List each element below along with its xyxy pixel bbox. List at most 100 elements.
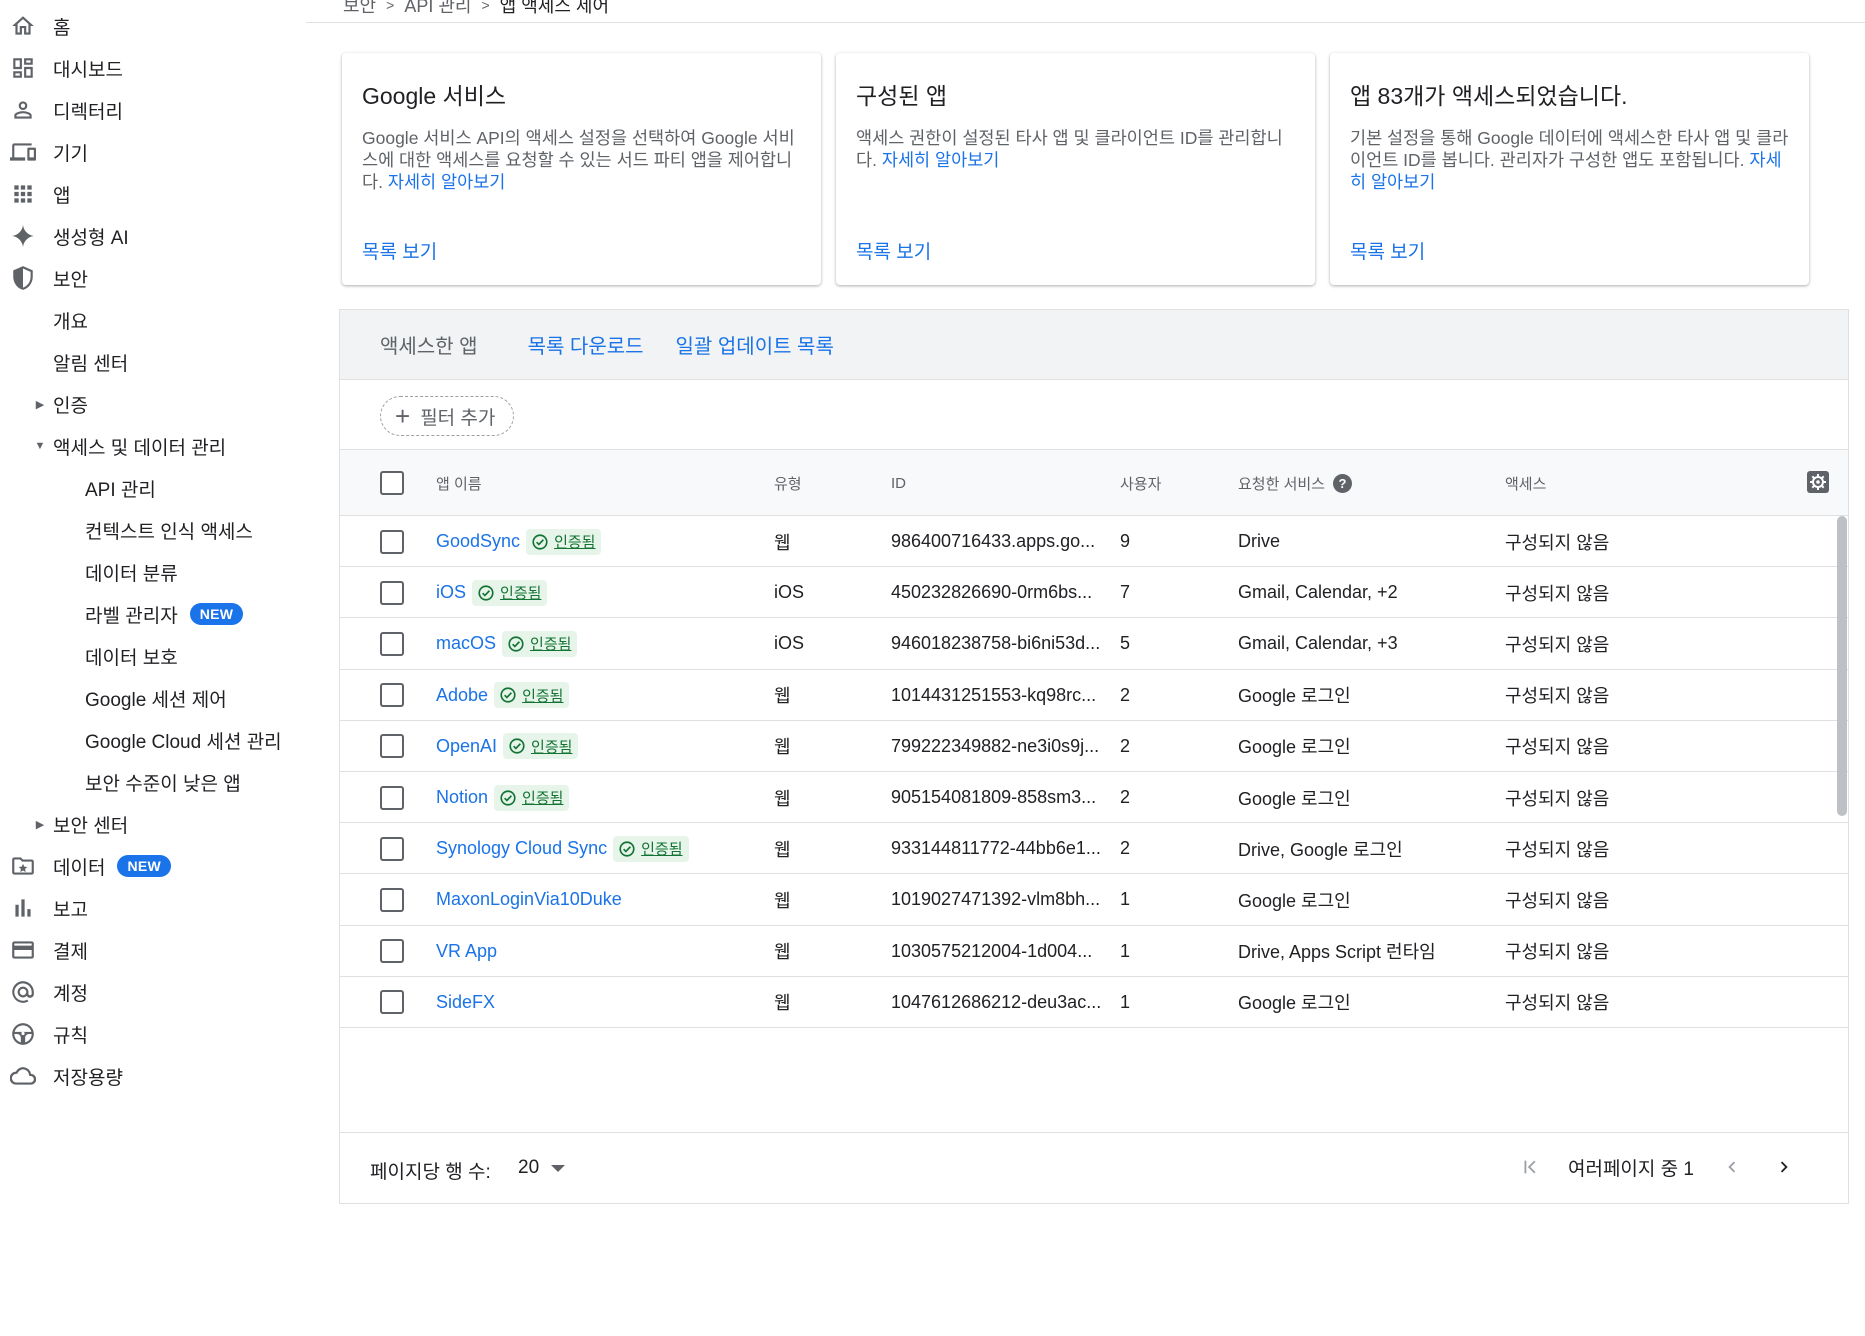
breadcrumb-api-management[interactable]: API 관리 [404, 0, 471, 18]
sidebar-item-reports[interactable]: 보고 [0, 888, 88, 928]
sidebar-item-label: 대시보드 [53, 59, 123, 81]
row-checkbox[interactable] [380, 683, 404, 708]
sidebar-item-storage[interactable]: 저장용량 [0, 1056, 123, 1096]
column-header-id[interactable]: ID [891, 450, 906, 516]
sidebar-item-authentication[interactable]: ▶ 인증 [33, 384, 88, 424]
scrollbar-thumb[interactable] [1837, 516, 1847, 816]
row-checkbox[interactable] [380, 785, 404, 810]
table-row[interactable]: OpenAI 인증됨 웹 799222349882-ne3i0s9j... 2 Googl… [340, 721, 1848, 772]
app-name-link[interactable]: Synology Cloud Sync [436, 838, 607, 859]
row-checkbox[interactable] [380, 836, 404, 861]
services-cell: Google 로그인 [1238, 788, 1351, 809]
sidebar-item-data-protection[interactable]: 데이터 보호 [85, 636, 178, 676]
row-checkbox[interactable] [380, 734, 404, 759]
column-header-users[interactable]: 사용자 [1120, 450, 1161, 516]
view-list-link[interactable]: 목록 보기 [856, 237, 931, 264]
row-checkbox[interactable] [380, 887, 404, 912]
prev-page-button[interactable] [1718, 1153, 1746, 1181]
steering-icon [8, 1019, 38, 1049]
app-name-link[interactable]: iOS [436, 582, 466, 603]
sidebar-item-apps[interactable]: 앱 [0, 174, 70, 214]
table-row[interactable]: macOS 인증됨 iOS 946018238758-bi6ni53d... 5 Gmai… [340, 618, 1848, 670]
sidebar-item-label: Google 세션 제어 [85, 689, 227, 711]
column-header-name[interactable]: 앱 이름 [436, 450, 482, 516]
learn-more-link[interactable]: 자세히 알아보기 [882, 150, 1000, 170]
check-circle-icon [500, 687, 516, 703]
app-name-link[interactable]: VR App [436, 941, 497, 962]
app-name-link[interactable]: GoodSync [436, 531, 520, 552]
verified-label: 인증됨 [531, 738, 573, 756]
sidebar-item-label-manager[interactable]: 라벨 관리자 NEW [85, 594, 244, 634]
sidebar-item-billing[interactable]: 결제 [0, 930, 88, 970]
learn-more-link[interactable]: 자세히 알아보기 [388, 172, 506, 192]
table-row[interactable]: Adobe 인증됨 웹 1014431251553-kq98rc... 2 Google … [340, 670, 1848, 721]
type-cell: 웹 [774, 532, 791, 553]
sidebar-item-access-data[interactable]: ▼ 액세스 및 데이터 관리 [33, 426, 227, 466]
sidebar-item-context-aware[interactable]: 컨텍스트 인식 액세스 [85, 510, 253, 550]
app-name-link[interactable]: Notion [436, 787, 488, 808]
verified-badge[interactable]: 인증됨 [503, 733, 579, 760]
verified-badge[interactable]: 인증됨 [526, 528, 602, 555]
column-header-type[interactable]: 유형 [774, 450, 802, 516]
row-checkbox[interactable] [380, 939, 404, 964]
sidebar-item-less-secure-apps[interactable]: 보안 수준이 낮은 앱 [85, 762, 241, 802]
bulk-update-link[interactable]: 일괄 업데이트 목록 [676, 330, 834, 359]
sidebar-item-google-session[interactable]: Google 세션 제어 [85, 678, 227, 718]
table-row[interactable]: Synology Cloud Sync 인증됨 웹 933144811772-44bb… [340, 823, 1848, 875]
row-checkbox[interactable] [380, 631, 404, 656]
sidebar-item-data[interactable]: 데이터 NEW [0, 846, 172, 886]
select-all-checkbox[interactable] [380, 471, 404, 495]
sidebar-item-generative-ai[interactable]: 생성형 AI [0, 216, 129, 256]
app-name-link[interactable]: macOS [436, 633, 496, 654]
view-list-link[interactable]: 목록 보기 [362, 237, 437, 264]
users-cell: 5 [1120, 633, 1131, 654]
sidebar-item-overview[interactable]: 개요 [53, 300, 88, 340]
sidebar-item-data-classification[interactable]: 데이터 분류 [85, 552, 178, 592]
sidebar-item-home[interactable]: 홈 [0, 6, 70, 46]
sidebar-item-api-management[interactable]: API 관리 [85, 468, 156, 508]
download-list-link[interactable]: 목록 다운로드 [528, 330, 644, 359]
column-header-access[interactable]: 액세스 [1505, 450, 1546, 516]
sidebar-item-rules[interactable]: 규칙 [0, 1014, 88, 1054]
sidebar-item-directory[interactable]: 디렉터리 [0, 90, 123, 130]
sidebar-item-cloud-session[interactable]: Google Cloud 세션 관리 [85, 720, 282, 760]
sidebar-item-account[interactable]: 계정 [0, 972, 88, 1012]
row-checkbox[interactable] [380, 529, 404, 554]
table-row[interactable]: MaxonLoginVia10Duke 웹 1019027471392-vlm8bh… [340, 874, 1848, 926]
table-row[interactable]: SideFX 웹 1047612686212-deu3ac... 1 Google 로그… [340, 977, 1848, 1028]
verified-badge[interactable]: 인증됨 [472, 579, 548, 606]
app-name-link[interactable]: Adobe [436, 685, 488, 706]
new-badge: NEW [189, 603, 244, 625]
sidebar-item-alert-center[interactable]: 알림 센터 [53, 342, 128, 382]
add-filter-button[interactable]: + 필터 추가 [380, 396, 515, 436]
table-row[interactable]: iOS 인증됨 iOS 450232826690-0rm6bs... 7 Gmail, C… [340, 567, 1848, 619]
app-name-link[interactable]: SideFX [436, 992, 495, 1013]
sidebar-item-security[interactable]: 보안 [0, 258, 88, 298]
table-scrollbar[interactable] [1837, 516, 1847, 1132]
chevron-right-icon: > [386, 0, 395, 13]
table-row[interactable]: GoodSync 인증됨 웹 986400716433.apps.go... 9 Driv… [340, 516, 1848, 568]
next-page-button[interactable] [1770, 1153, 1798, 1181]
sidebar-item-security-center[interactable]: ▶ 보안 센터 [33, 804, 128, 844]
table-row[interactable]: VR App 웹 1030575212004-1d004... 1 Drive, App… [340, 926, 1848, 977]
view-list-link[interactable]: 목록 보기 [1350, 237, 1425, 264]
breadcrumb-security[interactable]: 보안 [343, 0, 376, 18]
verified-badge[interactable]: 인증됨 [613, 835, 689, 862]
sidebar-item-devices[interactable]: 기기 [0, 132, 88, 172]
row-checkbox[interactable] [380, 990, 404, 1015]
table-row[interactable]: Notion 인증됨 웹 905154081809-858sm3... 2 Google … [340, 772, 1848, 824]
column-header-services[interactable]: 요청한 서비스 ? [1238, 450, 1352, 516]
rows-per-page-select[interactable]: 20 [518, 1157, 566, 1179]
app-name-link[interactable]: MaxonLoginVia10Duke [436, 889, 622, 910]
verified-badge[interactable]: 인증됨 [502, 630, 578, 657]
verified-badge[interactable]: 인증됨 [494, 784, 570, 811]
sidebar-item-label: 결제 [53, 941, 88, 963]
gear-icon[interactable] [1806, 470, 1830, 494]
row-checkbox[interactable] [380, 580, 404, 605]
first-page-button[interactable] [1516, 1153, 1544, 1181]
help-icon[interactable]: ? [1332, 473, 1352, 493]
app-name-link[interactable]: OpenAI [436, 736, 497, 757]
sidebar-item-dashboard[interactable]: 대시보드 [0, 48, 123, 88]
type-cell: 웹 [774, 737, 791, 758]
verified-badge[interactable]: 인증됨 [494, 682, 570, 709]
